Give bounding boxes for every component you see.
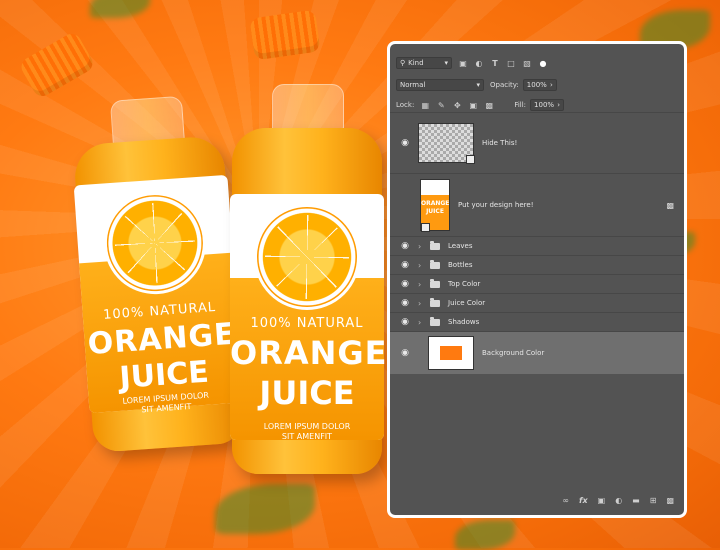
folder-icon: [430, 259, 440, 269]
label-small-line1: LOREM IPSUM DOLOR: [263, 422, 351, 431]
orange-slice-graphic: [254, 204, 360, 310]
layer-name: Top Color: [448, 280, 481, 288]
opacity-value: 100%: [526, 81, 547, 89]
layer-name: Leaves: [448, 242, 473, 250]
layer-name: Background Color: [482, 349, 545, 357]
chevron-right-icon[interactable]: ›: [418, 261, 426, 270]
thumb-text: ORANGE: [421, 200, 450, 207]
chevron-down-icon: ▾: [476, 81, 480, 89]
layers-panel: ⚲ Kind ▾ ▣ ◐ T □ ▧ ● Normal ▾ Opacity: 1…: [387, 41, 687, 518]
filter-type-icon[interactable]: T: [490, 58, 500, 68]
smart-object-icon: [421, 223, 430, 232]
lock-artboard-icon[interactable]: ▣: [468, 100, 478, 110]
chevron-right-icon[interactable]: ›: [418, 318, 426, 327]
bottle-left: 100% NATURAL ORANGE JUICE LOREM IPSUM DO…: [70, 93, 245, 453]
trash-icon[interactable]: ▩: [666, 496, 674, 505]
eye-icon[interactable]: ◉: [398, 241, 412, 251]
chevron-right-icon[interactable]: ›: [418, 280, 426, 289]
label-small-text: LOREM IPSUM DOLOR SIT AMENFIT: [230, 422, 384, 442]
layer-row-selected[interactable]: ◉ Background Color: [390, 331, 684, 374]
layer-thumbnail: [428, 336, 474, 370]
eye-icon[interactable]: ◉: [398, 298, 412, 308]
layer-name: Shadows: [448, 318, 480, 326]
filter-shape-icon[interactable]: □: [506, 58, 516, 68]
layer-row[interactable]: ORANGE JUICE Put your design here! ▩: [390, 173, 684, 236]
folder-icon: [430, 278, 440, 288]
mask-icon[interactable]: ▣: [598, 496, 606, 505]
lock-paint-icon[interactable]: ✎: [436, 100, 446, 110]
label-tagline: 100% NATURAL: [250, 316, 364, 331]
opacity-label: Opacity:: [490, 81, 519, 89]
filter-toggle-icon[interactable]: ●: [538, 58, 548, 68]
eye-icon[interactable]: ◉: [398, 260, 412, 270]
folder-icon: [430, 240, 440, 250]
chevron-down-icon: ▾: [444, 59, 448, 67]
lock-transparent-icon[interactable]: ▦: [420, 100, 430, 110]
chevron-down-icon: ›: [557, 101, 561, 109]
fill-value: 100%: [534, 101, 555, 109]
eye-icon[interactable]: ◉: [398, 138, 412, 148]
bottle-label: 100% NATURAL ORANGE JUICE LOREM IPSUM DO…: [230, 194, 388, 442]
lock-position-icon[interactable]: ✥: [452, 100, 462, 110]
layer-row[interactable]: ◉ › Top Color: [390, 274, 684, 293]
eye-icon[interactable]: ◉: [398, 348, 412, 358]
filter-pixel-icon[interactable]: ▣: [458, 58, 468, 68]
layer-thumbnail: [418, 123, 475, 164]
bottle-label: 100% NATURAL ORANGE JUICE LOREM IPSUM DO…: [73, 174, 244, 414]
lock-label: Lock:: [396, 101, 415, 109]
adjustment-icon[interactable]: ◐: [615, 496, 622, 505]
filter-kind-value: Kind: [408, 59, 424, 67]
layers-list: ◉ Hide This! ORANGE JUICE Put your desig…: [390, 112, 684, 374]
link-icon[interactable]: ∞: [562, 496, 569, 505]
folder-icon: [430, 297, 440, 307]
chevron-right-icon[interactable]: ›: [418, 299, 426, 308]
blend-mode-value: Normal: [400, 81, 426, 89]
layer-row[interactable]: ◉ › Juice Color: [390, 293, 684, 312]
layer-name: Hide This!: [482, 139, 518, 147]
folder-icon: [430, 316, 440, 326]
bottle-right: 100% NATURAL ORANGE JUICE LOREM IPSUM DO…: [230, 84, 388, 474]
layer-row[interactable]: ◉ › Leaves: [390, 236, 684, 255]
label-small-line2: SIT AMENFIT: [281, 432, 333, 441]
lock-all-icon[interactable]: ▩: [484, 100, 494, 110]
search-icon: ⚲: [400, 59, 406, 67]
layer-row[interactable]: ◉ Hide This!: [390, 112, 684, 173]
fill-field[interactable]: 100% ›: [530, 99, 565, 111]
layer-link-icon[interactable]: ▩: [666, 201, 674, 210]
layer-row[interactable]: ◉ › Bottles: [390, 255, 684, 274]
layers-footer: ∞ fx ▣ ◐ ▬ ⊞ ▩: [390, 493, 684, 507]
thumb-text: JUICE: [426, 208, 444, 215]
layer-row[interactable]: ◉ › Shadows: [390, 312, 684, 331]
eye-icon[interactable]: ◉: [398, 279, 412, 289]
chevron-down-icon: ›: [549, 81, 553, 89]
fill-label: Fill:: [514, 101, 527, 109]
label-product-line2: JUICE: [259, 374, 355, 412]
smart-object-icon: [466, 155, 475, 164]
filter-kind-select[interactable]: ⚲ Kind ▾: [396, 57, 452, 69]
layer-thumbnail: ORANGE JUICE: [420, 179, 450, 232]
blend-mode-select[interactable]: Normal ▾: [396, 79, 484, 91]
layer-filter-bar: ⚲ Kind ▾ ▣ ◐ T □ ▧ ●: [390, 52, 684, 74]
bottle-body: 100% NATURAL ORANGE JUICE LOREM IPSUM DO…: [72, 135, 245, 453]
filter-adjustment-icon[interactable]: ◐: [474, 58, 484, 68]
layer-name: Bottles: [448, 261, 473, 269]
blend-opacity-bar: Normal ▾ Opacity: 100% ›: [390, 74, 684, 96]
folder-icon[interactable]: ▬: [632, 496, 640, 505]
fx-icon[interactable]: fx: [579, 496, 588, 505]
opacity-field[interactable]: 100% ›: [522, 79, 557, 91]
layer-name: Juice Color: [448, 299, 486, 307]
label-product-line1: ORANGE: [230, 334, 388, 372]
layer-name: Put your design here!: [458, 201, 534, 209]
color-swatch: [440, 346, 462, 360]
eye-icon[interactable]: ◉: [398, 317, 412, 327]
chevron-right-icon[interactable]: ›: [418, 242, 426, 251]
new-layer-icon[interactable]: ⊞: [650, 496, 657, 505]
filter-smartobject-icon[interactable]: ▧: [522, 58, 532, 68]
bottle-body: 100% NATURAL ORANGE JUICE LOREM IPSUM DO…: [230, 128, 388, 474]
